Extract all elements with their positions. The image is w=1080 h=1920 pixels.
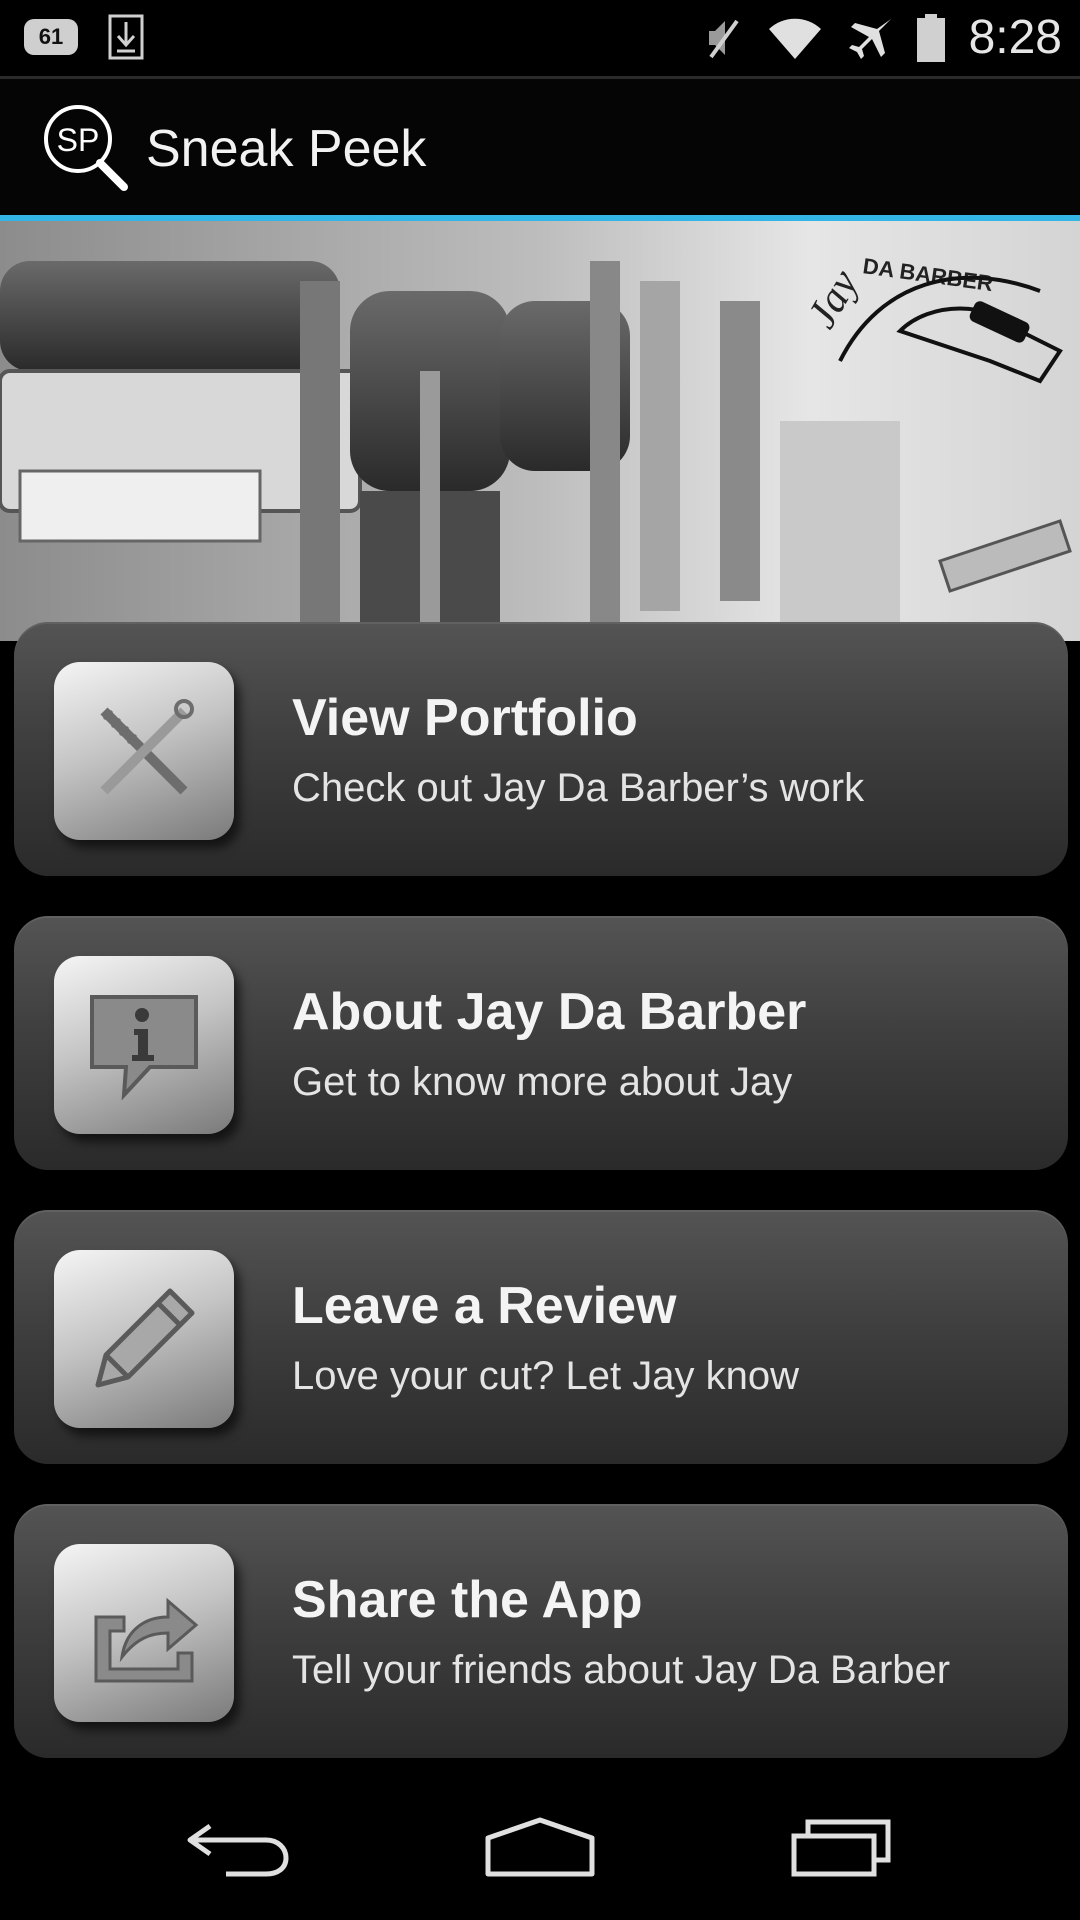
menu-item-title: Leave a Review: [292, 1277, 677, 1335]
menu-item-leave-review[interactable]: Leave a Review Love your cut? Let Jay kn…: [14, 1210, 1068, 1464]
menu-item-view-portfolio[interactable]: View Portfolio Check out Jay Da Barber’s…: [14, 622, 1068, 876]
download-icon: [108, 14, 144, 60]
home-icon[interactable]: [484, 1816, 596, 1878]
info-bubble-icon: [54, 956, 234, 1134]
menu-item-title: View Portfolio: [292, 689, 638, 747]
wifi-icon: [768, 18, 821, 59]
action-bar: SP Sneak Peek: [0, 79, 1080, 221]
menu-item-title: Share the App: [292, 1571, 643, 1629]
menu-item-subtitle: Get to know more about Jay: [292, 1060, 793, 1104]
barber-chairs-illustration: Jay DA BARBER: [0, 221, 1080, 641]
airplane-mode-icon: [848, 19, 891, 59]
recent-apps-icon[interactable]: [790, 1816, 894, 1878]
clock: 8:28: [968, 11, 1062, 64]
notification-count-badge: 61: [24, 19, 78, 55]
menu-item-subtitle: Love your cut? Let Jay know: [292, 1354, 799, 1398]
battery-icon: [916, 14, 945, 62]
menu-item-share-app[interactable]: Share the App Tell your friends about Ja…: [14, 1504, 1068, 1758]
app-title: Sneak Peek: [146, 120, 427, 178]
menu-item-about[interactable]: About Jay Da Barber Get to know more abo…: [14, 916, 1068, 1170]
comb-scissors-icon: [54, 662, 234, 840]
app-logo-icon[interactable]: SP: [40, 103, 130, 193]
share-icon: [54, 1544, 234, 1722]
navigation-bar: [0, 1780, 1080, 1920]
menu-item-subtitle: Tell your friends about Jay Da Barber: [292, 1648, 951, 1692]
status-bar: 61 8:28: [0, 0, 1080, 79]
mute-icon: [708, 19, 739, 59]
menu-item-subtitle: Check out Jay Da Barber’s work: [292, 766, 865, 810]
menu-item-title: About Jay Da Barber: [292, 983, 807, 1041]
app-logo-text: SP: [57, 122, 100, 158]
banner-image: Jay DA BARBER: [0, 221, 1080, 641]
back-icon[interactable]: [186, 1816, 292, 1878]
pencil-icon: [54, 1250, 234, 1428]
